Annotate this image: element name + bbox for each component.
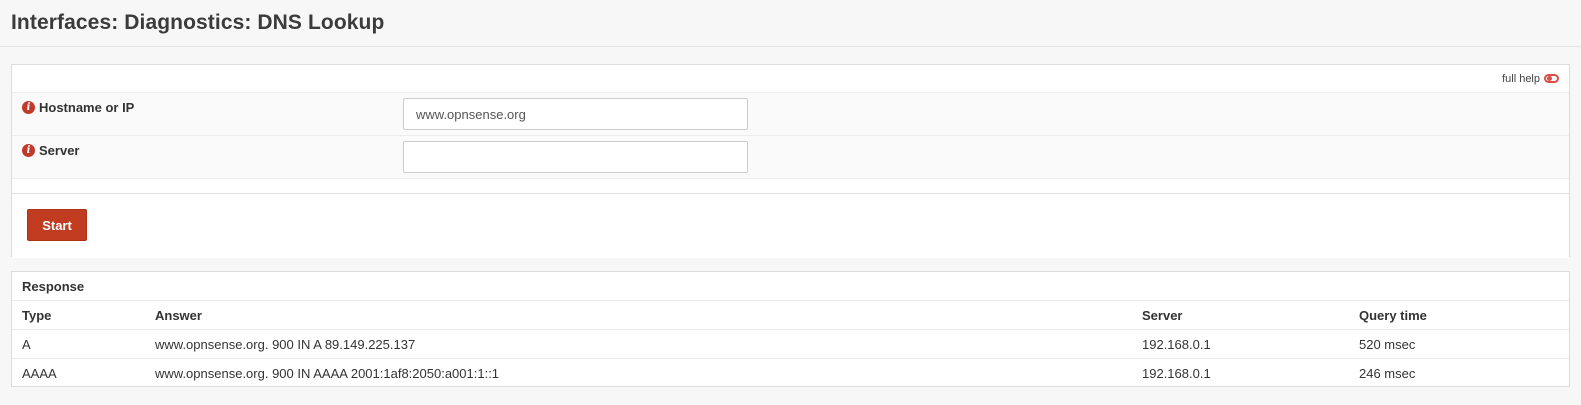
cell-query-time: 246 msec: [1359, 365, 1416, 381]
server-input[interactable]: [403, 141, 748, 173]
column-header-server: Server: [1132, 301, 1349, 330]
cell-type: A: [12, 329, 145, 359]
cell-server: 192.168.0.1: [1132, 329, 1349, 359]
page-header: Interfaces: Diagnostics: DNS Lookup: [0, 0, 1581, 47]
column-header-answer: Answer: [145, 301, 1132, 330]
hostname-input[interactable]: [403, 98, 748, 130]
cell-type: AAAA: [22, 365, 57, 381]
server-label-wrap: i Server: [12, 136, 403, 158]
cell-answer: www.opnsense.org. 900 IN AAAA 2001:1af8:…: [155, 365, 500, 381]
hostname-label: Hostname or IP: [39, 100, 135, 115]
response-table: Type Answer Server Query time A www.opns…: [12, 301, 1569, 387]
info-icon[interactable]: i: [22, 101, 35, 114]
column-header-type: Type: [12, 301, 145, 330]
info-icon[interactable]: i: [22, 144, 35, 157]
column-header-query-time: Query time: [1349, 301, 1569, 330]
page-title: Interfaces: Diagnostics: DNS Lookup: [11, 11, 385, 34]
dns-lookup-form-panel: full help i Hostname or IP i Server Star…: [11, 64, 1570, 258]
hostname-row: i Hostname or IP: [12, 93, 1569, 136]
table-row: AAAA www.opnsense.org. 900 IN AAAA 2001:…: [12, 359, 1569, 388]
help-row: full help: [12, 65, 1569, 93]
table-row: A www.opnsense.org. 900 IN A 89.149.225.…: [12, 329, 1569, 359]
toggle-off-icon[interactable]: [1544, 74, 1559, 83]
table-header-row: Type Answer Server Query time: [12, 301, 1569, 330]
hostname-label-wrap: i Hostname or IP: [12, 93, 403, 115]
start-button[interactable]: Start: [27, 209, 87, 241]
cell-query-time: 520 msec: [1349, 329, 1569, 359]
button-row: Start: [12, 193, 1569, 258]
cell-answer: www.opnsense.org. 900 IN A 89.149.225.13…: [145, 329, 1132, 359]
response-title: Response: [12, 272, 1569, 301]
server-row: i Server: [12, 136, 1569, 179]
full-help-toggle[interactable]: full help: [1502, 73, 1559, 85]
response-panel: Response Type Answer Server Query time A…: [11, 271, 1570, 387]
full-help-label: full help: [1502, 72, 1540, 85]
cell-server: 192.168.0.1: [1142, 365, 1211, 381]
server-label: Server: [39, 143, 80, 158]
